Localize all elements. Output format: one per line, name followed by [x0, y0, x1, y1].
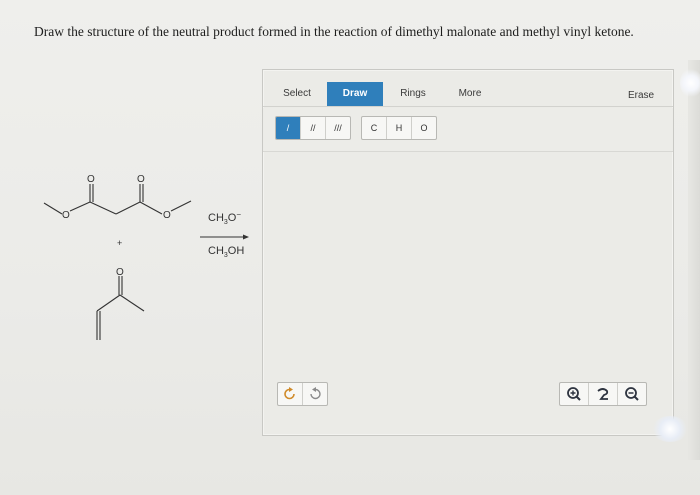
reaction-arrowhead	[243, 234, 249, 240]
oxygen-atom-button[interactable]: O	[412, 117, 436, 139]
oxygen-label: O	[116, 267, 124, 278]
bond	[69, 201, 91, 212]
draw-subtoolbar: / // /// C H O	[263, 108, 673, 152]
redo-icon[interactable]	[303, 383, 327, 405]
tab-draw[interactable]: Draw	[327, 82, 383, 106]
reagent-methoxide: CH3O−	[208, 210, 241, 226]
tab-rings[interactable]: Rings	[389, 82, 437, 106]
oxygen-label: O	[137, 174, 145, 185]
reset-icon[interactable]	[589, 383, 618, 405]
reagent-methanol: CH3OH	[208, 245, 244, 259]
window-edge	[688, 60, 700, 460]
zoom-out-icon	[625, 387, 639, 401]
single-bond-button[interactable]: /	[276, 117, 301, 139]
tab-erase[interactable]: Erase	[618, 84, 664, 108]
bond	[43, 202, 63, 215]
oxygen-label: O	[163, 210, 171, 221]
zoom-in-icon	[567, 387, 581, 401]
plus-sign: +	[117, 238, 122, 248]
atom-tool-group: C H O	[361, 116, 437, 140]
light-glare	[680, 68, 700, 98]
light-glare	[652, 416, 688, 442]
undo-icon[interactable]	[278, 383, 303, 405]
zoom-out-icon[interactable]	[618, 383, 646, 405]
carbon-atom-button[interactable]: C	[362, 117, 387, 139]
undo-icon	[284, 387, 295, 400]
zoom-in-icon[interactable]	[560, 383, 589, 405]
page: Draw the structure of the neutral produc…	[0, 0, 700, 495]
history-group	[277, 382, 328, 406]
bond	[96, 294, 121, 312]
zoom-group	[559, 382, 647, 406]
tab-select[interactable]: Select	[275, 82, 319, 106]
double-bond-button[interactable]: //	[301, 117, 326, 139]
oxygen-label: O	[62, 210, 70, 221]
bond	[170, 200, 192, 212]
bond	[89, 201, 117, 215]
molecule-sketcher[interactable]: Select Draw Rings More Erase / // /// C …	[262, 69, 674, 436]
bond	[119, 294, 145, 312]
sketcher-toolbar: Select Draw Rings More Erase	[263, 82, 673, 107]
tab-more[interactable]: More	[447, 82, 493, 106]
bond	[139, 201, 163, 215]
oxygen-label: O	[87, 174, 95, 185]
bond-tool-group: / // ///	[275, 116, 351, 140]
hydrogen-atom-button[interactable]: H	[387, 117, 412, 139]
redo-icon	[310, 387, 321, 400]
bond	[115, 201, 141, 215]
reset-icon	[597, 388, 609, 400]
triple-bond-button[interactable]: ///	[326, 117, 350, 139]
